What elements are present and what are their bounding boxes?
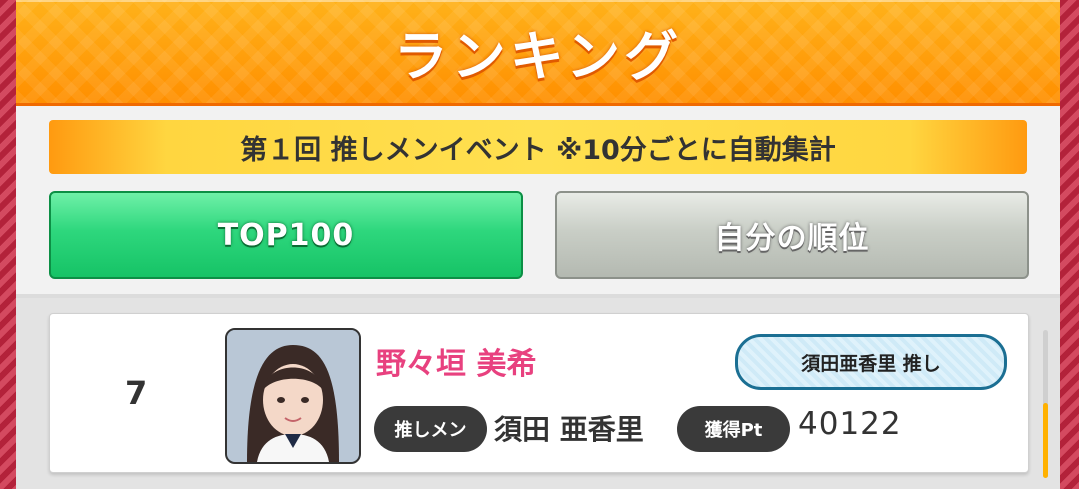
oshi-badge: 須田亜香里 推し xyxy=(735,334,1007,390)
header-bar: ランキング xyxy=(16,0,1060,106)
points-label: 獲得Pt xyxy=(677,406,790,452)
member-name: 野々垣 美希 xyxy=(376,347,537,382)
oshimen-value: 須田 亜香里 xyxy=(494,413,644,446)
event-banner: 第１回 推しメンイベント ※10分ごとに自動集計 xyxy=(49,120,1027,174)
rank-number: 7 xyxy=(125,374,148,412)
points-value: 40122 xyxy=(798,406,902,442)
tab-my-rank[interactable]: 自分の順位 xyxy=(555,191,1029,279)
member-photo xyxy=(227,330,359,462)
scrollbar-thumb[interactable] xyxy=(1043,403,1048,478)
avatar xyxy=(225,328,361,464)
oshimen-label: 推しメン xyxy=(374,406,487,452)
tab-top100[interactable]: TOP100 xyxy=(49,191,523,279)
ranking-row[interactable]: 7 野々垣 美希 須田亜香里 推し 推しメン 須田 亜香里 獲得Pt 40122 xyxy=(49,313,1029,473)
left-background-edge xyxy=(0,0,16,489)
ranking-panel: ランキング 第１回 推しメンイベント ※10分ごとに自動集計 TOP100 自分… xyxy=(16,0,1060,489)
page-title: ランキング xyxy=(393,25,683,88)
right-background-edge xyxy=(1060,0,1079,489)
